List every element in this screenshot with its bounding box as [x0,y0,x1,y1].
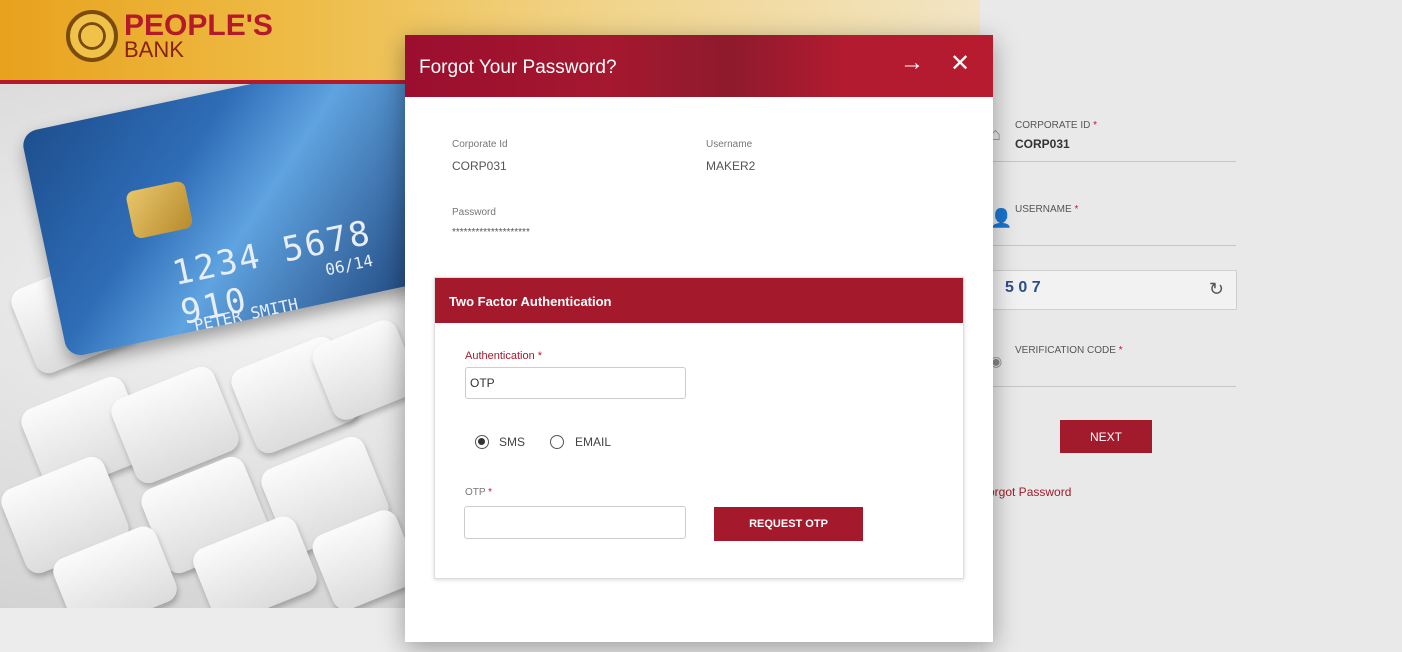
username-field[interactable]: 👤 USERNAME * [980,194,1236,246]
authentication-label: Authentication * [465,350,543,362]
authentication-select[interactable] [465,367,686,399]
corporate-id-label: CORPORATE ID * [1015,120,1098,131]
bank-name-sub: BANK [124,37,184,62]
modal-title: Forgot Your Password? [419,57,617,78]
otp-input[interactable] [464,506,686,539]
modal-header: Forgot Your Password? → ✕ [405,35,993,97]
captcha-box: 5 0 7 ↻ [980,270,1237,310]
arrow-right-icon[interactable]: → [900,49,924,77]
next-button[interactable]: NEXT [1060,420,1152,453]
corporate-id-value: CORP031 [1015,137,1070,151]
captcha-text: 5 0 7 [1005,279,1041,296]
username-label: USERNAME * [1015,204,1079,215]
corporate-id-label: Corporate Id [452,139,508,150]
card-chip [125,180,194,240]
verification-code-field[interactable]: ◉ VERIFICATION CODE * [980,335,1236,387]
bank-logo: PEOPLE'S BANK [66,10,273,62]
email-radio[interactable] [550,435,564,449]
refresh-icon[interactable]: ↻ [1209,279,1224,300]
login-form: ⌂ CORPORATE ID * CORP031 👤 USERNAME * 5 … [980,0,1402,652]
password-value: ******************** [452,227,530,238]
close-icon[interactable]: ✕ [950,49,970,78]
forgot-password-modal: Forgot Your Password? → ✕ Corporate Id C… [405,35,993,642]
bank-seal-icon [66,10,118,62]
otp-label: OTP * [465,487,493,498]
sms-radio[interactable] [475,435,489,449]
username-label: Username [706,139,753,150]
two-factor-title: Two Factor Authentication [435,278,963,323]
email-radio-label: EMAIL [575,435,612,449]
bank-name: PEOPLE'S [124,9,273,42]
password-label: Password [452,207,496,218]
verification-code-label: VERIFICATION CODE * [1015,345,1123,356]
sms-radio-label: SMS [499,435,526,449]
user-icon: 👤 [990,208,1013,228]
corporate-id-field[interactable]: ⌂ CORPORATE ID * CORP031 [980,110,1236,162]
corporate-id-value: CORP031 [452,159,507,173]
forgot-password-link[interactable]: orgot Password [988,485,1071,499]
request-otp-button[interactable]: REQUEST OTP [714,507,863,541]
two-factor-panel: Two Factor Authentication Authentication… [434,277,964,579]
username-value: MAKER2 [706,159,756,173]
